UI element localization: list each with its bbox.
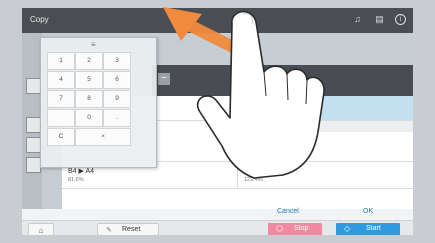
enlarge-header: Enlarge: [238, 121, 413, 132]
ratio-b4a3-option[interactable]: B4 ▶ A3 B5 ▶ A4 115.4%: [238, 132, 413, 161]
zoom-range: 25.0 - 400.0 %: [237, 84, 277, 90]
left-tabs: [22, 33, 42, 209]
left-tab-1[interactable]: [26, 78, 41, 94]
key-0[interactable]: 0: [75, 109, 103, 127]
home-button[interactable]: ⌂: [28, 223, 54, 235]
cancel-button[interactable]: Cancel: [277, 208, 299, 215]
enlarge-group: Enlarge B4 ▶ A3 B5 ▶ A4 115.4%: [237, 121, 413, 161]
stop-icon: ⬡: [276, 224, 283, 233]
key-5[interactable]: 5: [75, 71, 103, 89]
home-icon: ⌂: [38, 226, 44, 235]
ratio-label: B4 ▶ A4: [68, 168, 95, 175]
ratio-label: A4 ▶ B4: [244, 168, 271, 175]
key-clear[interactable]: C: [47, 128, 75, 146]
reset-label: Reset: [122, 226, 141, 233]
key-4[interactable]: 4: [47, 71, 75, 89]
ratio-a4b4-option[interactable]: A4 ▶ B4 122.4%: [237, 162, 413, 188]
key-3[interactable]: 3: [103, 52, 131, 70]
start-button[interactable]: ◇ Start: [336, 223, 400, 235]
ratio-percent: 81.6%: [68, 177, 84, 183]
key-8[interactable]: 8: [75, 90, 103, 108]
key-9[interactable]: 9: [103, 90, 131, 108]
stop-label: Stop: [294, 225, 309, 232]
stop-button[interactable]: ⬡ Stop: [268, 223, 322, 235]
zoom-minus-button[interactable]: −: [158, 73, 170, 85]
document-status-icon[interactable]: ▤: [374, 14, 385, 25]
ratio-x1-option[interactable]: x1.0 100%: [237, 96, 413, 120]
ratio-percent: 115.4%: [244, 146, 263, 152]
copy-screen: Copy ♫ ▤ i − 100.0% 25.0 - 400.0 % + x1.…: [22, 8, 413, 235]
left-tab-4[interactable]: [26, 157, 41, 173]
ok-button[interactable]: OK: [363, 208, 373, 215]
ratio-percent: 100%: [244, 110, 259, 116]
key-decimal[interactable]: .: [103, 109, 131, 127]
zoom-plus-button[interactable]: +: [262, 73, 274, 85]
start-label: Start: [366, 225, 381, 232]
key-7[interactable]: 7: [47, 90, 75, 108]
key-close[interactable]: ×: [75, 128, 131, 146]
ratio-percent: 122.4%: [244, 177, 263, 183]
ratio-label: B4 ▶ A3 B5 ▶ A4: [244, 137, 298, 144]
key-2[interactable]: 2: [75, 52, 103, 70]
zoom-banner: − 100.0% 25.0 - 400.0 % +: [152, 65, 413, 96]
ratio-label: x1.0: [244, 100, 258, 107]
key-6[interactable]: 6: [103, 71, 131, 89]
bell-icon[interactable]: ♫: [352, 14, 363, 25]
zoom-value: 100.0%: [234, 68, 280, 83]
bottom-bar: ⌂ ✎ Reset ⬡ Stop ◇ Start: [22, 220, 413, 235]
screen-title: Copy: [30, 15, 49, 24]
drag-handle-icon[interactable]: ≡: [91, 40, 96, 49]
info-icon[interactable]: i: [395, 14, 406, 25]
start-icon: ◇: [344, 224, 351, 233]
key-blank[interactable]: [47, 109, 75, 127]
reset-button[interactable]: ✎ Reset: [97, 223, 159, 235]
top-bar: Copy ♫ ▤ i: [22, 8, 413, 33]
left-tab-2[interactable]: [26, 117, 41, 133]
left-tab-3[interactable]: [26, 137, 41, 153]
numeric-keypad[interactable]: ≡ 1 2 3 4 5 6 7 8 9 0 . C ×: [40, 37, 157, 168]
enlarge-label: Enlarge: [244, 123, 267, 130]
reset-icon: ✎: [106, 227, 112, 234]
key-1[interactable]: 1: [47, 52, 75, 70]
